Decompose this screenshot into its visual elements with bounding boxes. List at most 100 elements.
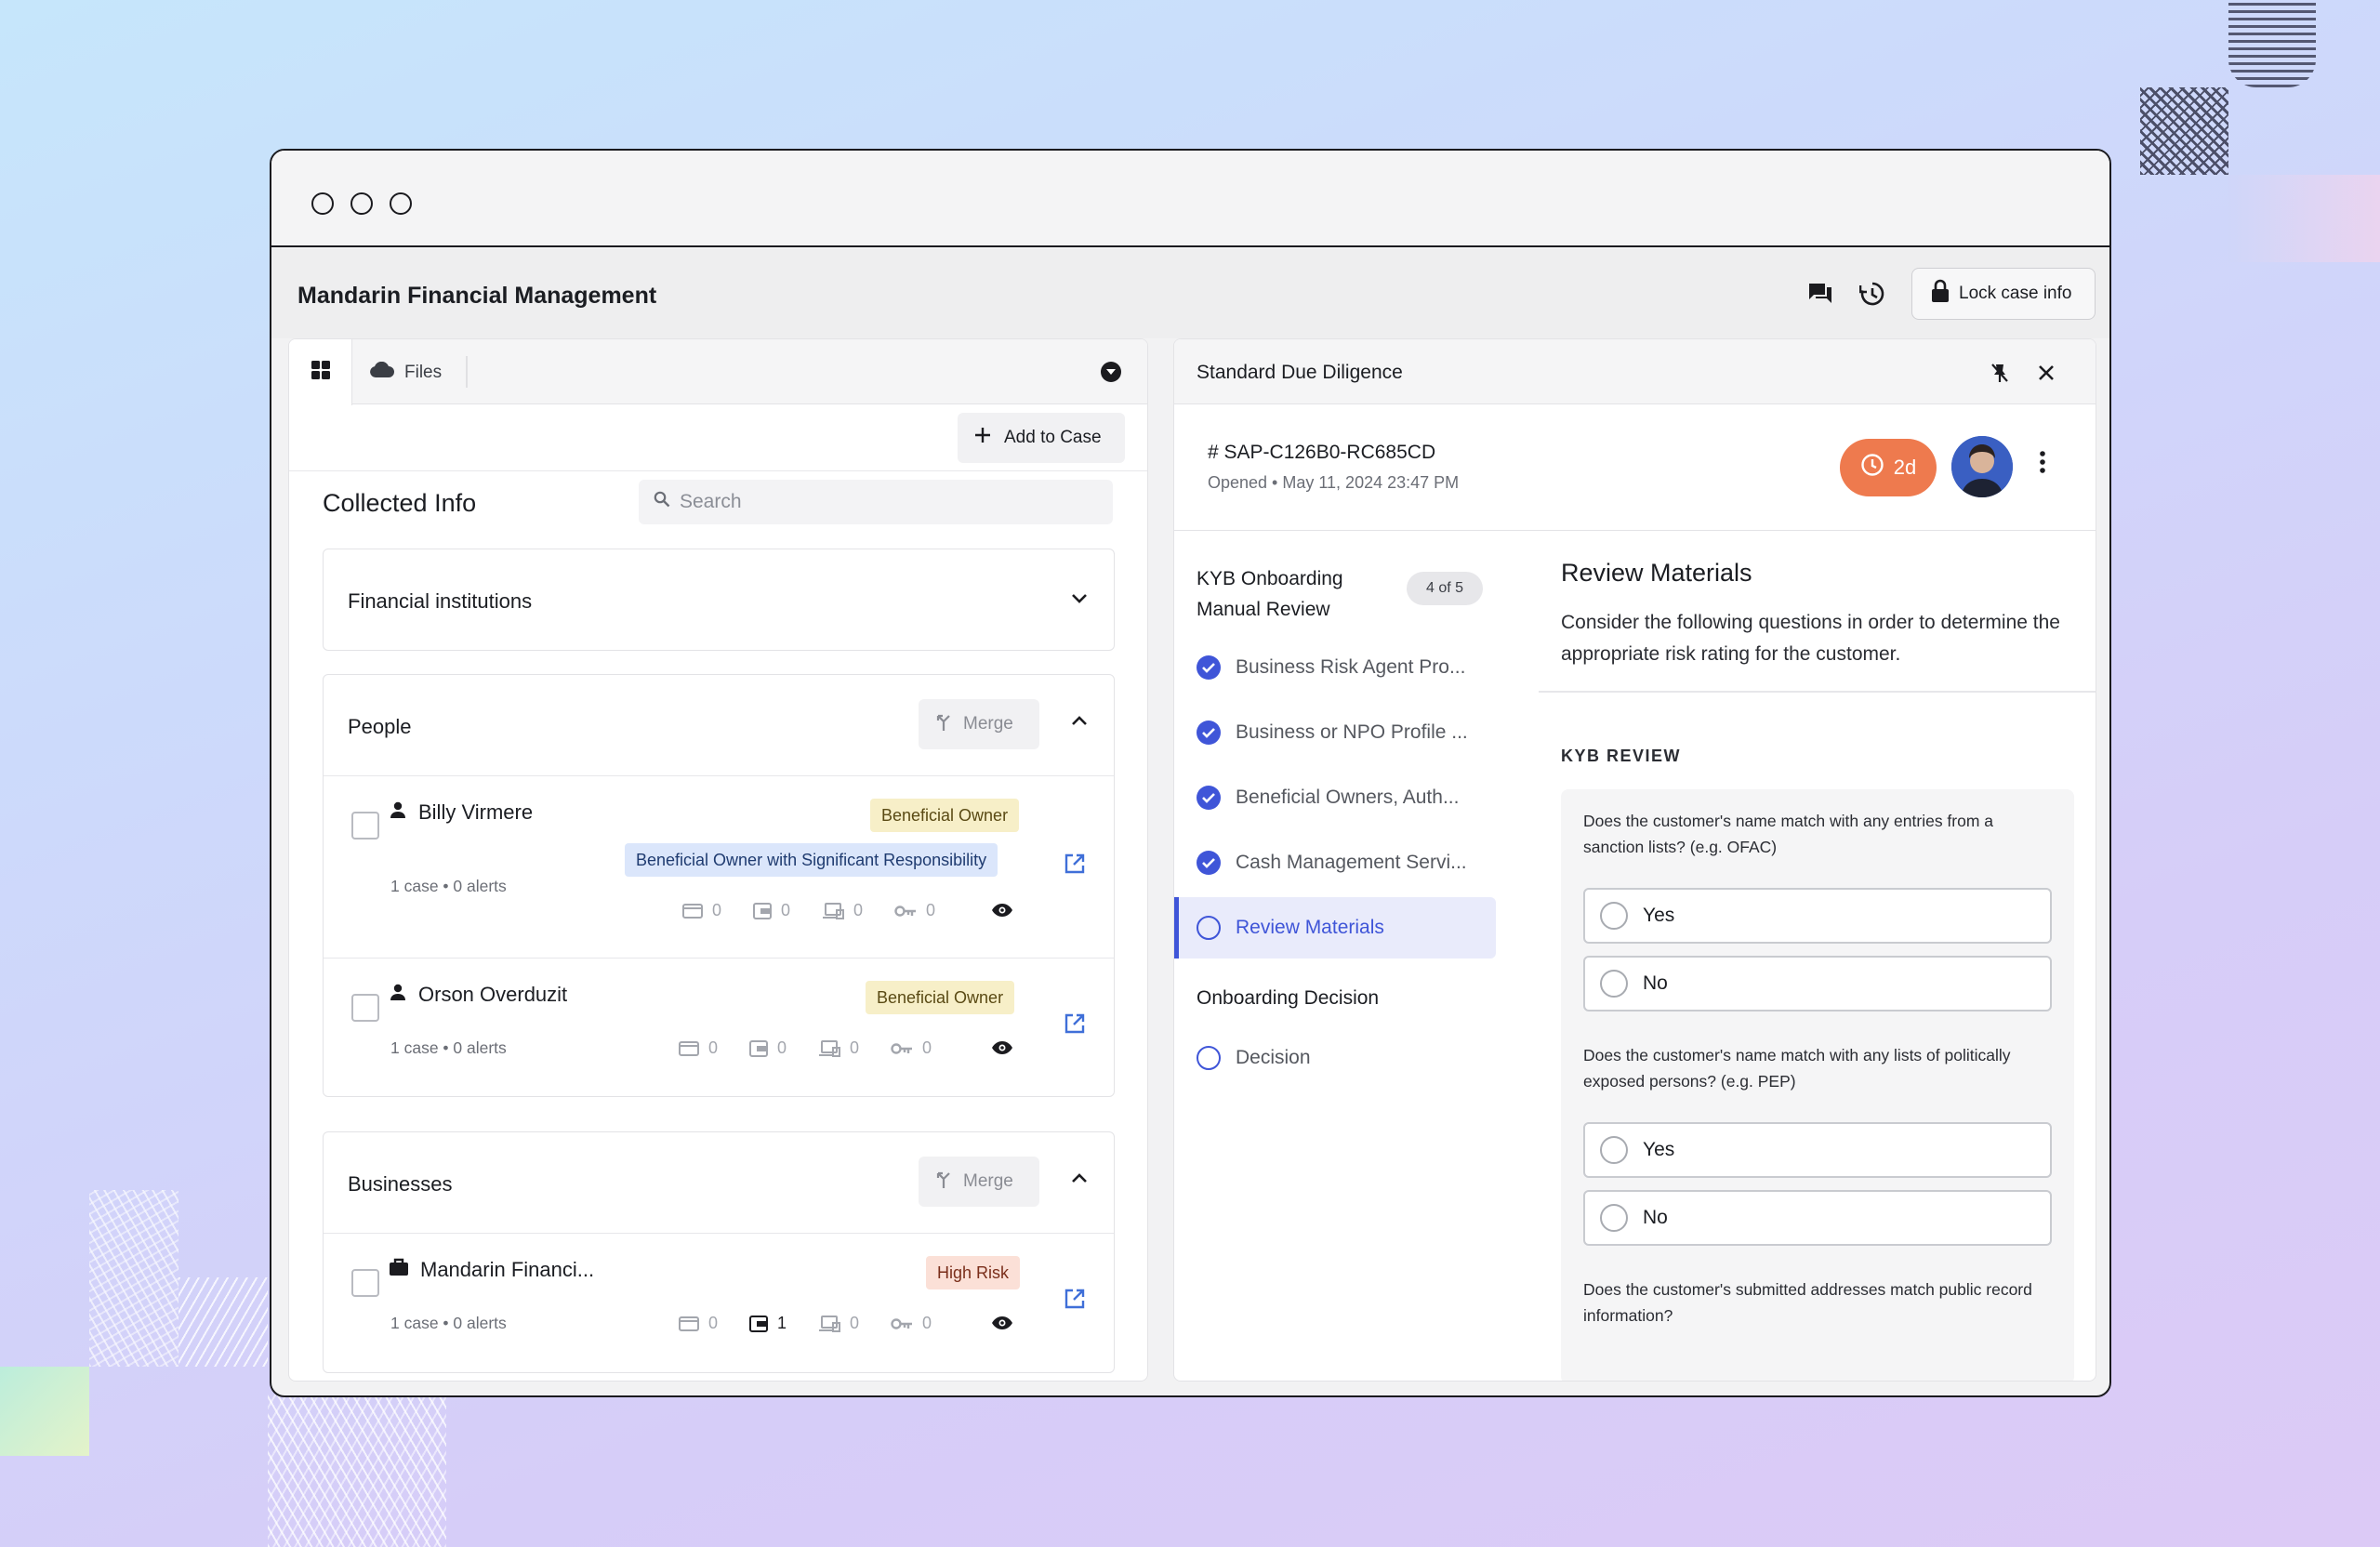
window-close-control[interactable] [311,192,334,215]
merge-icon [935,711,952,737]
close-icon[interactable] [2035,362,2057,384]
stat-value: 1 [777,1314,787,1332]
financial-institutions-section[interactable]: Financial institutions [323,549,1115,651]
step-beneficial-owners[interactable]: Beneficial Owners, Auth... [1174,767,1496,828]
external-link-icon[interactable] [1064,853,1086,879]
list-item[interactable]: Mandarin Financi... High Risk 1 case • 0… [324,1233,1114,1372]
history-icon[interactable] [1858,279,1887,309]
row-stats: 0 0 0 0 [679,1038,963,1058]
list-item[interactable]: Billy Virmere Beneficial Owner Beneficia… [324,775,1114,958]
row-stats: 0 1 0 0 [679,1314,963,1333]
stat-value: 0 [853,901,864,919]
row-checkbox[interactable] [351,812,379,840]
section-header: Businesses Merge [324,1132,1114,1233]
step-review-materials[interactable]: Review Materials [1174,897,1496,959]
eye-icon[interactable] [991,1040,1013,1060]
stat-keys: 0 [891,1038,932,1058]
app-window: Mandarin Financial Management Lock case … [270,149,2111,1397]
assignee-avatar[interactable] [1951,436,2013,497]
people-section: People Merge Billy Virmere Beneficial Ow… [323,674,1115,1097]
row-meta: 1 case • 0 alerts [390,877,507,895]
decision-title: Onboarding Decision [1197,987,1380,1009]
tab-overview[interactable] [289,339,352,405]
answer-option-yes[interactable]: Yes [1583,1122,2052,1178]
question-text: Does the customer's name match with any … [1583,1046,2011,1091]
panel-tabs: Files [289,339,1147,405]
stat-value: 0 [922,1314,932,1332]
radio-icon [1600,970,1628,998]
collected-info-title: Collected Info [323,489,477,517]
review-title: Review Materials [1561,559,1752,587]
step-label: Business Risk Agent Pro... [1236,656,1466,678]
dropdown-icon[interactable] [1101,362,1121,382]
row-checkbox[interactable] [351,994,379,1022]
answer-option-yes[interactable]: Yes [1583,888,2052,944]
section-title: Financial institutions [348,589,533,613]
role-badge: Beneficial Owner [866,981,1015,1014]
stat-value: 0 [708,1314,719,1332]
radio-icon [1600,1204,1628,1232]
merge-icon [935,1169,952,1195]
stat-value: 0 [781,901,791,919]
step-decision[interactable]: Decision [1174,1027,1496,1089]
option-label: No [1643,1207,1668,1228]
radio-icon [1600,1136,1628,1164]
merge-button[interactable]: Merge [919,1157,1039,1207]
eye-icon[interactable] [991,903,1013,922]
eye-icon[interactable] [991,1316,1013,1335]
comments-icon[interactable] [1805,279,1835,309]
list-item[interactable]: Orson Overduzit Beneficial Owner 1 case … [324,958,1114,1097]
add-to-case-button[interactable]: Add to Case [958,413,1125,463]
stat-wallets: 0 [753,901,790,920]
check-circle-icon [1197,786,1221,810]
chevron-up-icon[interactable] [1071,1171,1088,1188]
app-header: Mandarin Financial Management Lock case … [271,249,2109,338]
collected-info-panel: Files Add to Case Collected Info Search [288,338,1148,1382]
answer-option-no[interactable]: No [1583,1190,2052,1246]
add-to-case-label: Add to Case [1004,428,1102,447]
chevron-up-icon[interactable] [1071,714,1088,731]
lock-icon [1931,279,1950,309]
step-business-profile[interactable]: Business or NPO Profile ... [1174,702,1496,763]
merge-button[interactable]: Merge [919,699,1039,749]
questions-panel: Does the customer's name match with any … [1561,789,2074,1381]
more-options-icon[interactable] [2039,451,2046,478]
step-cash-management[interactable]: Cash Management Servi... [1174,832,1496,893]
businesses-section: Businesses Merge Mandarin Financi... Hig… [323,1131,1115,1373]
unpin-icon[interactable] [1989,362,2011,384]
window-maximize-control[interactable] [390,192,412,215]
external-link-icon[interactable] [1064,1288,1086,1315]
stat-keys: 0 [891,1314,932,1333]
decorative-gradient-tile [2228,175,2380,262]
lock-case-button[interactable]: Lock case info [1911,268,2096,320]
search-input[interactable]: Search [639,480,1113,524]
person-icon [389,983,407,1007]
merge-label: Merge [963,1171,1013,1191]
row-checkbox[interactable] [351,1269,379,1297]
external-link-icon[interactable] [1064,1012,1086,1039]
plus-icon [974,427,991,449]
circle-outline-icon [1197,1046,1221,1070]
stat-devices: 0 [818,1038,859,1058]
section-title: Businesses [348,1172,453,1196]
step-business-risk[interactable]: Business Risk Agent Pro... [1174,637,1496,698]
app-title: Mandarin Financial Management [298,283,657,309]
workflow-title: KYB Onboarding Manual Review [1197,563,1343,625]
tab-divider [466,356,468,388]
step-label: Cash Management Servi... [1236,852,1467,873]
window-minimize-control[interactable] [350,192,373,215]
answer-option-no[interactable]: No [1583,956,2052,1012]
stat-cards: 0 [679,1314,718,1333]
tab-files[interactable]: Files [369,361,442,384]
chevron-down-icon[interactable] [1071,592,1088,609]
stat-value: 0 [777,1038,787,1057]
workflow-title-line: Manual Review [1197,599,1330,620]
row-meta: 1 case • 0 alerts [390,1038,507,1057]
merge-label: Merge [963,714,1013,734]
section-header: People Merge [324,675,1114,775]
panel-title: Standard Due Diligence [1197,362,1403,383]
person-name: Orson Overduzit [418,983,568,1006]
step-progress-badge: 4 of 5 [1407,572,1483,605]
stat-value: 0 [922,1038,932,1057]
person-icon [389,800,407,825]
